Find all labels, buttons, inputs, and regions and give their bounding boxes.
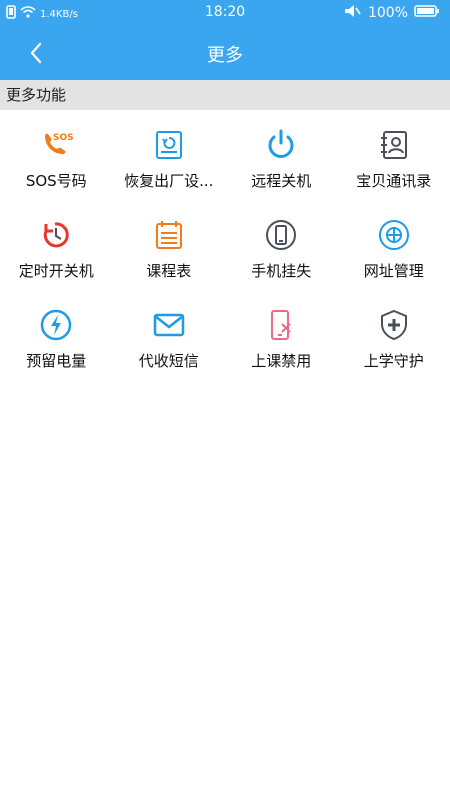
feature-contacts[interactable]: 宝贝通讯录 (338, 118, 450, 208)
battery-icon (414, 4, 440, 22)
feature-label: 代收短信 (138, 352, 199, 370)
feature-phone-lost[interactable]: 手机挂失 (225, 208, 338, 298)
sos-phone-icon: SOS (39, 128, 74, 162)
feature-battery-reserve[interactable]: 预留电量 (0, 298, 113, 388)
feature-factory-reset[interactable]: 恢复出厂设... (113, 118, 226, 208)
factory-reset-icon (152, 128, 186, 162)
page-title: 更多 (207, 45, 243, 66)
feature-url-manage[interactable]: 网址管理 (338, 208, 450, 298)
feature-label: 定时开关机 (18, 262, 94, 280)
feature-class-disable[interactable]: 上课禁用 (225, 298, 338, 388)
feature-sms[interactable]: 代收短信 (113, 298, 226, 388)
feature-label: 远程关机 (251, 172, 312, 190)
feature-schedule[interactable]: 课程表 (113, 208, 226, 298)
feature-label: 恢复出厂设... (124, 172, 214, 190)
battery-text: 100% (367, 5, 408, 21)
feature-label: 手机挂失 (251, 262, 312, 280)
feature-sos[interactable]: SOS SOS号码 (0, 118, 113, 208)
sms-icon (152, 308, 186, 342)
contacts-icon (377, 128, 411, 162)
feature-label: 课程表 (146, 262, 192, 280)
feature-label: 宝贝通讯录 (356, 172, 432, 190)
app-header: 更多 (0, 26, 450, 80)
phone-lost-icon (264, 218, 298, 252)
class-disable-icon (264, 308, 298, 342)
status-right: 100% (344, 4, 440, 22)
svg-text:SOS: SOS (53, 133, 73, 143)
feature-label: 网址管理 (363, 262, 424, 280)
mute-icon (344, 4, 362, 22)
section-header: 更多功能 (0, 80, 450, 110)
status-bar: 1.4KB/s 18:20 100% (0, 0, 450, 26)
battery-reserve-icon (39, 308, 73, 342)
feature-label: 上学守护 (363, 352, 424, 370)
guard-icon (377, 308, 411, 342)
globe-icon (377, 218, 411, 252)
feature-remote-shutdown[interactable]: 远程关机 (225, 118, 338, 208)
feature-guard[interactable]: 上学守护 (338, 298, 450, 388)
feature-grid: SOS SOS号码 恢复出厂设... 远程关机 宝贝通讯录 定时开关机 课程表 … (0, 118, 450, 388)
calendar-icon (152, 218, 186, 252)
feature-label: SOS号码 (25, 172, 87, 190)
feature-timer[interactable]: 定时开关机 (0, 208, 113, 298)
timer-icon (39, 218, 73, 252)
feature-label: 预留电量 (26, 352, 87, 370)
feature-label: 上课禁用 (251, 352, 312, 370)
power-icon (264, 128, 298, 162)
